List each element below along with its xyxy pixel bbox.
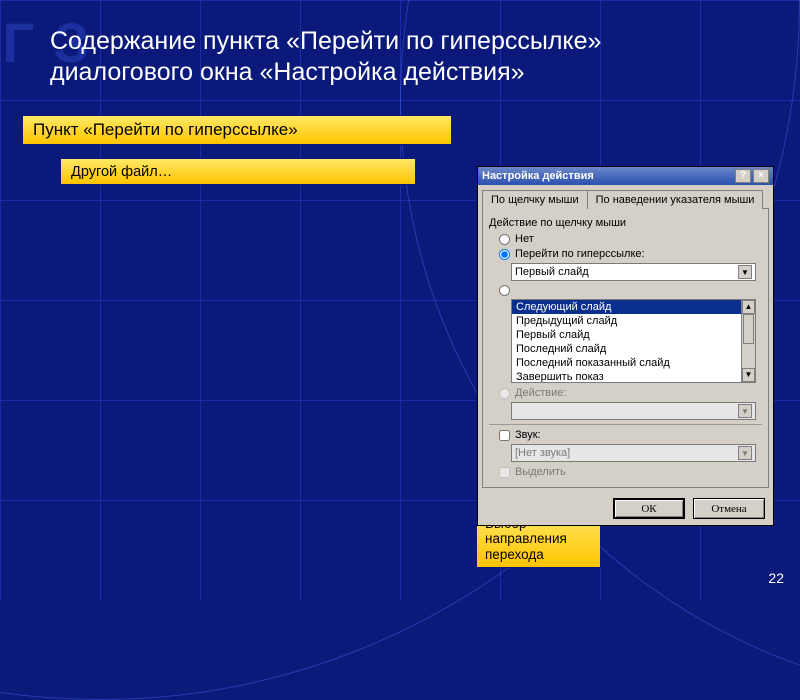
listbox-scrollbar[interactable]: ▲ ▼: [741, 300, 755, 382]
radio-hyperlink[interactable]: Перейти по гиперссылке:: [499, 248, 762, 260]
slide-number: 22: [768, 570, 784, 586]
scroll-up-icon[interactable]: ▲: [742, 300, 755, 314]
radio-none-label: Нет: [515, 233, 534, 245]
hyperlink-combo[interactable]: Первый слайд ▼: [511, 263, 756, 281]
list-item[interactable]: Последний показанный слайд: [512, 356, 741, 370]
watermark-text: АГ З: [0, 10, 91, 75]
radio-hyperlink-input[interactable]: [499, 249, 510, 260]
tab-strip: По щелчку мыши По наведении указателя мы…: [478, 185, 773, 208]
ok-button[interactable]: ОК: [613, 498, 685, 519]
cancel-button[interactable]: Отмена: [693, 498, 765, 519]
list-item[interactable]: Предыдущий слайд: [512, 314, 741, 328]
checkbox-sound-input[interactable]: [499, 430, 510, 441]
tab-click[interactable]: По щелчку мыши: [482, 190, 588, 209]
scroll-down-icon[interactable]: ▼: [742, 368, 755, 382]
checkbox-highlight-input: [499, 467, 510, 478]
list-item[interactable]: Завершить показ: [512, 370, 741, 382]
slide-title: Содержание пункта «Перейти по гиперссылк…: [50, 26, 750, 89]
hyperlink-combo-value: Первый слайд: [515, 266, 589, 278]
sound-combo-value: [Нет звука]: [515, 447, 570, 459]
tab-panel: Действие по щелчку мыши Нет Перейти по г…: [482, 208, 769, 488]
checkbox-sound-label: Звук:: [515, 429, 541, 441]
hyperlink-listbox[interactable]: Следующий слайд Предыдущий слайд Первый …: [511, 299, 756, 383]
action-combo: ▼: [511, 402, 756, 420]
action-settings-dialog: Настройка действия ? × По щелчку мыши По…: [477, 166, 774, 526]
scroll-thumb[interactable]: [743, 314, 754, 344]
radio-action: Действие:: [499, 387, 762, 399]
radio-hyperlink-label: Перейти по гиперссылке:: [515, 248, 645, 260]
dialog-title: Настройка действия: [482, 170, 594, 182]
tab-hover[interactable]: По наведении указателя мыши: [587, 190, 764, 209]
radio-none-input[interactable]: [499, 234, 510, 245]
chevron-down-icon: ▼: [738, 404, 752, 418]
radio-run-prog-input[interactable]: [499, 285, 510, 296]
checkbox-sound[interactable]: Звук:: [499, 429, 762, 441]
help-button[interactable]: ?: [735, 169, 751, 183]
close-button[interactable]: ×: [753, 169, 769, 183]
main-tag: Пункт «Перейти по гиперссылке»: [22, 115, 452, 145]
checkbox-highlight-label: Выделить: [515, 466, 566, 478]
radio-none[interactable]: Нет: [499, 233, 762, 245]
radio-action-input: [499, 388, 510, 399]
chevron-down-icon: ▼: [738, 446, 752, 460]
list-item[interactable]: Следующий слайд: [512, 300, 741, 314]
list-item[interactable]: Последний слайд: [512, 342, 741, 356]
subitem: Другой файл…: [60, 158, 416, 185]
checkbox-highlight: Выделить: [499, 466, 762, 478]
list-item[interactable]: Первый слайд: [512, 328, 741, 342]
group-label: Действие по щелчку мыши: [489, 217, 762, 229]
radio-run-prog[interactable]: [499, 285, 762, 296]
dialog-titlebar[interactable]: Настройка действия ? ×: [478, 167, 773, 185]
sound-combo: [Нет звука] ▼: [511, 444, 756, 462]
radio-action-label: Действие:: [515, 387, 566, 399]
chevron-down-icon[interactable]: ▼: [738, 265, 752, 279]
